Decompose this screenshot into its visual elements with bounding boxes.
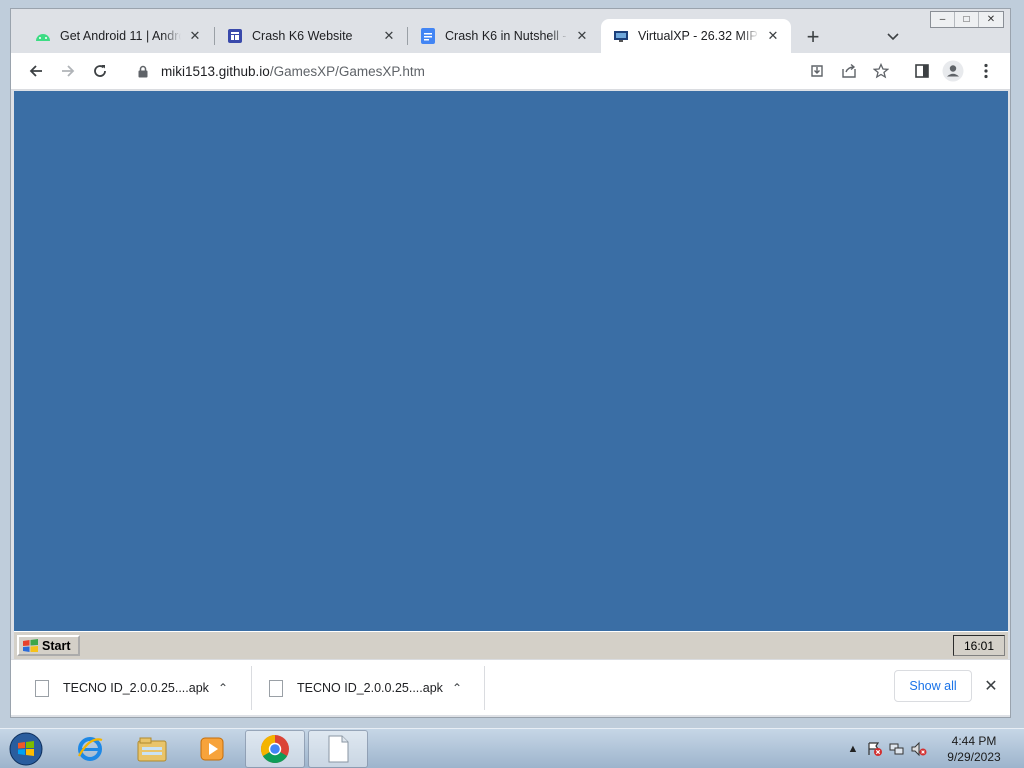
- download-filename: TECNO ID_2.0.0.25....apk: [297, 681, 443, 695]
- chrome-icon: [261, 735, 289, 763]
- windows-taskbar: ▲ 4:44 PM 9/29/2023: [0, 728, 1024, 768]
- xp-start-label: Start: [42, 638, 71, 653]
- bookmark-button[interactable]: [867, 57, 895, 85]
- docs-icon: [420, 28, 436, 44]
- more-vert-icon: [984, 63, 988, 79]
- network-icon[interactable]: [886, 738, 908, 760]
- tab-close-icon[interactable]: ✕: [765, 28, 781, 44]
- show-hidden-icons-button[interactable]: ▲: [842, 738, 864, 760]
- browser-window: – □ ✕ Get Android 11 | Android ✕ Crash K…: [10, 8, 1011, 718]
- file-icon: [35, 679, 49, 697]
- reload-icon: [94, 65, 106, 77]
- volume-muted-icon[interactable]: [908, 738, 930, 760]
- download-separator: [484, 666, 485, 710]
- profile-button[interactable]: [939, 57, 967, 85]
- url-host: miki1513.github.io: [161, 63, 270, 79]
- browser-toolbar: miki1513.github.io/GamesXP/GamesXP.htm: [11, 53, 1010, 90]
- sites-icon: [227, 28, 243, 44]
- xp-clock: 16:01: [953, 635, 1005, 656]
- tab-close-icon[interactable]: ✕: [574, 28, 590, 44]
- tab-crash-k6-docs[interactable]: Crash K6 in Nutshell - Google Docs ✕: [408, 19, 600, 53]
- close-downloads-icon[interactable]: ✕: [979, 674, 1003, 698]
- tab-strip: Get Android 11 | Android ✕ Crash K6 Webs…: [11, 19, 1010, 53]
- star-icon: [873, 63, 889, 79]
- chevron-up-icon[interactable]: ⌃: [447, 681, 467, 695]
- chevron-down-icon: [887, 33, 899, 41]
- media-player-icon: [200, 737, 224, 761]
- document-icon: [328, 735, 349, 763]
- xp-taskbar: Start 16:01: [14, 631, 1008, 659]
- windows-logo-icon: [9, 732, 43, 766]
- tab-close-icon[interactable]: ✕: [381, 28, 397, 44]
- xp-start-button[interactable]: Start: [17, 635, 80, 656]
- internet-explorer-icon: [78, 737, 103, 761]
- arrow-left-icon: [29, 65, 42, 77]
- windows-flag-icon: [23, 638, 38, 652]
- download-item[interactable]: TECNO ID_2.0.0.25....apk ⌃: [35, 666, 233, 710]
- url-path: /GamesXP/GamesXP.htm: [269, 63, 425, 79]
- menu-button[interactable]: [972, 57, 1000, 85]
- tab-title: Crash K6 in Nutshell - Google Docs: [445, 29, 568, 43]
- chevron-up-icon[interactable]: ⌃: [213, 681, 233, 695]
- install-app-button[interactable]: [803, 57, 831, 85]
- xp-desktop[interactable]: [14, 91, 1008, 631]
- file-explorer-icon: [137, 737, 167, 762]
- download-icon: [811, 65, 823, 77]
- tab-close-icon[interactable]: ✕: [187, 28, 203, 44]
- system-tray: ▲: [842, 729, 930, 768]
- page-viewport: Start 16:01: [14, 91, 1008, 659]
- android-icon: [35, 28, 51, 44]
- action-center-icon[interactable]: [864, 738, 886, 760]
- tab-search-button[interactable]: [881, 25, 905, 49]
- tab-title: Get Android 11 | Android: [60, 29, 181, 43]
- show-all-button[interactable]: Show all: [894, 670, 972, 702]
- forward-button[interactable]: [54, 57, 82, 85]
- address-bar[interactable]: miki1513.github.io/GamesXP/GamesXP.htm: [127, 57, 887, 85]
- tab-title: Crash K6 Website: [252, 29, 353, 43]
- taskbar-media-player[interactable]: [182, 730, 242, 768]
- lock-icon[interactable]: [133, 65, 153, 78]
- share-icon: [842, 63, 856, 78]
- downloads-bar: TECNO ID_2.0.0.25....apk ⌃ TECNO ID_2.0.…: [11, 659, 1010, 715]
- windows-start-orb[interactable]: [6, 730, 46, 768]
- system-clock[interactable]: 4:44 PM 9/29/2023: [935, 731, 1013, 767]
- tab-android[interactable]: Get Android 11 | Android ✕: [23, 19, 213, 53]
- system-time: 4:44 PM: [951, 734, 997, 748]
- side-panel-icon: [915, 64, 929, 78]
- taskbar-chrome[interactable]: [245, 730, 305, 768]
- reload-button[interactable]: [86, 57, 114, 85]
- taskbar-explorer[interactable]: [122, 730, 182, 768]
- tab-crash-k6-website[interactable]: Crash K6 Website ✕: [215, 19, 407, 53]
- taskbar-document[interactable]: [308, 730, 368, 768]
- system-date: 9/29/2023: [947, 750, 1001, 764]
- new-tab-button[interactable]: +: [801, 24, 825, 49]
- url-text: miki1513.github.io/GamesXP/GamesXP.htm: [161, 64, 425, 79]
- share-button[interactable]: [835, 57, 863, 85]
- arrow-right-icon: [62, 65, 75, 77]
- download-item[interactable]: TECNO ID_2.0.0.25....apk ⌃: [269, 666, 467, 710]
- tab-title: VirtualXP - 26.32 MIPS: [638, 29, 759, 43]
- taskbar-ie[interactable]: [60, 730, 120, 768]
- computer-icon: [613, 28, 629, 44]
- file-icon: [269, 679, 283, 697]
- profile-icon: [942, 60, 964, 82]
- side-panel-button[interactable]: [908, 57, 936, 85]
- back-button[interactable]: [22, 57, 50, 85]
- tab-virtualxp[interactable]: VirtualXP - 26.32 MIPS ✕: [601, 19, 791, 53]
- download-filename: TECNO ID_2.0.0.25....apk: [63, 681, 209, 695]
- download-separator: [251, 666, 252, 710]
